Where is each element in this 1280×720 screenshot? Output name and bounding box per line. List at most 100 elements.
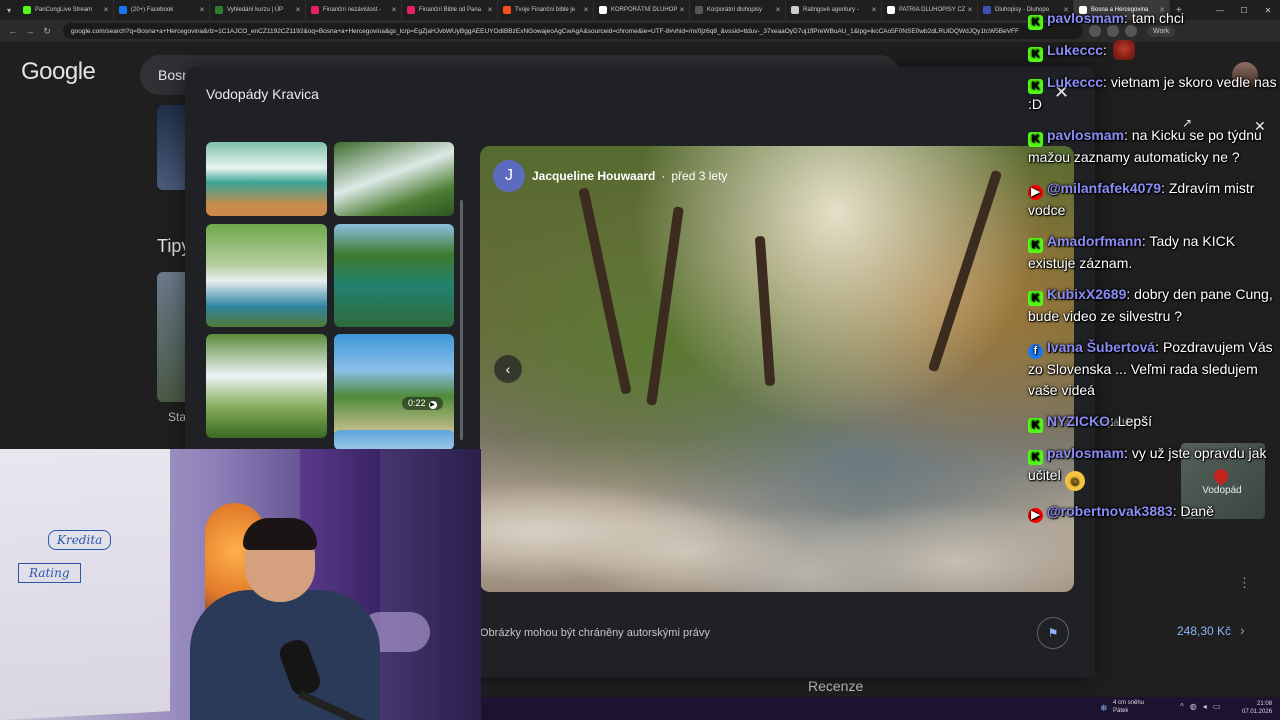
result-thumbnail[interactable] [157,272,185,402]
chat-username[interactable]: Ivana Šubertová [1047,339,1155,355]
tab-favicon-icon [311,6,319,14]
image-thumbnail[interactable] [334,224,454,327]
reviews-heading: Recenze [808,678,864,694]
scrollbar[interactable] [460,200,463,440]
close-tab-icon[interactable]: ✕ [583,6,589,14]
image-thumbnail[interactable] [206,224,327,327]
chat-text: Lepší [1117,413,1153,429]
reload-icon[interactable]: ↻ [40,26,54,37]
tab-label: Tvoje Finanční bible je [515,7,576,13]
address-bar[interactable]: google.com/search?q=Bosna+a+Hercegovina&… [63,23,1083,39]
browser-tab[interactable]: Ratingové agentury - ✕ [786,0,882,20]
weather-text: 4 cm sněhu [1113,700,1145,706]
tree-trunk [646,206,684,406]
video-duration-badge: 0:22 ▶ [402,397,443,410]
forward-icon[interactable]: → [23,26,37,36]
report-flag-button[interactable]: ⚑ [1037,617,1069,649]
chat-username[interactable]: NYZICKO [1047,413,1110,429]
image-thumbnail[interactable] [334,142,454,216]
chat-text: Daně [1180,503,1214,519]
back-icon[interactable]: ← [6,26,20,36]
close-tab-icon[interactable]: ✕ [679,6,685,14]
browser-tab[interactable]: PanCungLive Stream ✕ [18,0,114,20]
close-tab-icon[interactable]: ✕ [103,6,109,14]
kick-icon: K [1028,47,1043,62]
chevron-right-icon[interactable]: › [1240,622,1245,638]
chat-username[interactable]: Amadorfmann [1047,233,1142,249]
weather-widget[interactable]: ❄ 4 cm sněhu Pátek [1100,699,1144,715]
clock-time: 21:08 [1257,701,1273,707]
tab-favicon-icon [407,6,415,14]
screen: ▾ PanCungLive Stream ✕ (20+) Facebook ✕ Vyhl… [0,0,1280,720]
chat-separator: : [1126,286,1135,302]
chat-username[interactable]: pavlosmam [1047,10,1124,26]
separator-dot: · [661,169,666,183]
tab-favicon-icon [599,6,607,14]
more-options-icon[interactable]: ⋮ [1238,575,1251,591]
image-thumbnail[interactable] [206,334,327,438]
browser-tab[interactable]: Vyhledání kurzu | ÚP ✕ [210,0,306,20]
streamer-hair [243,518,317,550]
close-tab-icon[interactable]: ✕ [871,6,877,14]
chat-username[interactable]: @robertnovak3883 [1047,503,1173,519]
kick-icon: K [1028,418,1043,433]
chat-username[interactable]: pavlosmam [1047,127,1124,143]
battery-icon[interactable]: ▭ [1213,702,1221,711]
tab-label: Finanční nezávislost - [323,7,382,13]
video-thumbnail[interactable] [334,334,454,438]
chat-username[interactable]: @milanfafek4079 [1047,180,1161,196]
close-tab-icon[interactable]: ✕ [967,6,973,14]
tab-label: PATRIA DLUHOPISY CZ [899,7,966,13]
chat-message: K Amadorfmann: Tady na KICK existuje zázn… [1028,231,1278,274]
image-thumbnail[interactable] [206,142,327,216]
tree-trunk [754,235,776,387]
chat-username[interactable]: KubixX2689 [1047,286,1126,302]
whiteboard [0,449,170,720]
close-tab-icon[interactable]: ✕ [487,6,493,14]
author-name[interactable]: Jacqueline Houwaard [532,169,655,183]
result-thumbnail[interactable] [157,105,185,190]
close-tab-icon[interactable]: ✕ [295,6,301,14]
network-icon[interactable]: ◍ [1190,702,1197,711]
tab-label: Korporátní dluhopisy [707,7,763,13]
image-thumbnail[interactable] [334,430,454,450]
main-image[interactable] [480,146,1074,592]
browser-tab[interactable]: Tvoje Finanční bible je ✕ [498,0,594,20]
taskbar-clock[interactable]: 21:08 07.01.2026 [1242,700,1272,716]
kick-icon: K [1028,15,1043,30]
chat-separator: : [1124,445,1132,461]
video-duration: 0:22 [408,398,426,408]
chat-username[interactable]: Lukeccc [1047,74,1103,90]
browser-tab[interactable]: PATRIA DLUHOPISY CZ ✕ [882,0,978,20]
browser-tab[interactable]: Korporátní dluhopisy ✕ [690,0,786,20]
browser-tab[interactable]: KORPORÁTNÍ DLUHOP ✕ [594,0,690,20]
chat-message: K Lukeccc: vietnam je skoro vedle nas :D [1028,72,1278,115]
close-tab-icon[interactable]: ✕ [391,6,397,14]
chevron-up-icon[interactable]: ^ [1180,702,1184,711]
browser-tab[interactable]: Finanční Bible od Pana ✕ [402,0,498,20]
tab-search-icon[interactable]: ▾ [0,0,18,20]
close-tab-icon[interactable]: ✕ [775,6,781,14]
author-avatar[interactable]: J [493,160,525,192]
google-logo[interactable]: Google [21,58,96,86]
tab-favicon-icon [887,6,895,14]
browser-tab[interactable]: (20+) Facebook ✕ [114,0,210,20]
copyright-notice: Obrázky mohou být chráněny autorskými pr… [480,627,710,639]
chat-message: Kpavlosmam: tam chci [1028,8,1278,30]
price-link[interactable]: 248,30 Kč [1177,624,1231,638]
chat-separator: : [1110,413,1118,429]
chat-emote-icon [1112,40,1135,60]
clock-date: 07.01.2026 [1242,709,1273,715]
image-attribution: J Jacqueline Houwaard · před 3 lety [493,160,727,192]
kick-icon: K [1028,132,1043,147]
viewer-title: Vodopády Kravica [206,86,319,102]
previous-image-button[interactable]: ‹ [494,355,522,383]
close-tab-icon[interactable]: ✕ [199,6,205,14]
chat-separator: : [1161,180,1169,196]
volume-icon[interactable]: ◂ [1203,702,1207,711]
facebook-icon: f [1028,344,1043,359]
browser-tab[interactable]: Finanční nezávislost - ✕ [306,0,402,20]
chat-username[interactable]: pavlosmam [1047,445,1124,461]
tab-favicon-icon [119,6,127,14]
chat-username[interactable]: Lukeccc [1047,42,1103,58]
